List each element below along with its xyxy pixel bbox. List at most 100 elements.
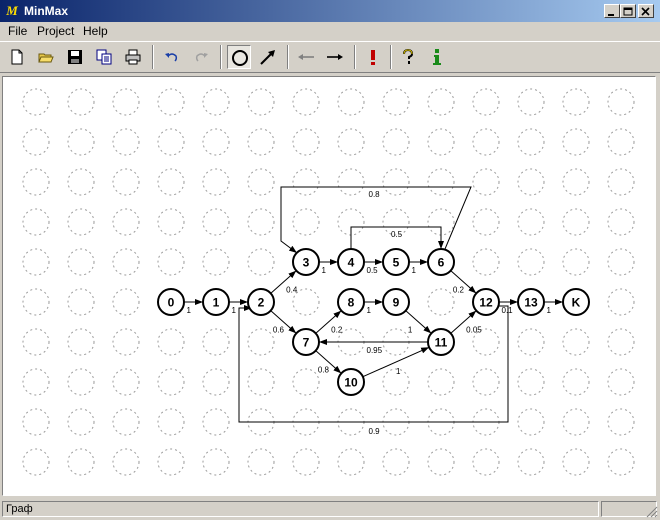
menu-file[interactable]: File — [8, 24, 27, 38]
grid-slot[interactable] — [382, 128, 410, 156]
grid-slot[interactable] — [247, 128, 275, 156]
grid-slot[interactable] — [22, 168, 50, 196]
grid-slot[interactable] — [427, 128, 455, 156]
grid-slot[interactable] — [67, 248, 95, 276]
grid-slot[interactable] — [427, 88, 455, 116]
arrow-right-button[interactable] — [323, 45, 347, 69]
grid-slot[interactable] — [607, 328, 635, 356]
grid-slot[interactable] — [562, 368, 590, 396]
grid-slot[interactable] — [157, 448, 185, 476]
grid-slot[interactable] — [157, 368, 185, 396]
grid-slot[interactable] — [112, 248, 140, 276]
grid-slot[interactable] — [607, 168, 635, 196]
grid-slot[interactable] — [292, 368, 320, 396]
grid-slot[interactable] — [607, 448, 635, 476]
grid-slot[interactable] — [67, 88, 95, 116]
grid-slot[interactable] — [247, 88, 275, 116]
grid-slot[interactable] — [112, 408, 140, 436]
grid-slot[interactable] — [247, 328, 275, 356]
grid-slot[interactable] — [112, 328, 140, 356]
grid-slot[interactable] — [292, 128, 320, 156]
grid-slot[interactable] — [247, 368, 275, 396]
grid-slot[interactable] — [607, 208, 635, 236]
grid-slot[interactable] — [67, 208, 95, 236]
grid-slot[interactable] — [112, 368, 140, 396]
grid-slot[interactable] — [247, 208, 275, 236]
graph-canvas[interactable]: 1 1 0.4 0.6 1 0.5 1 0.5 0.8 0.2 0.2 1 1 0.8 1 0.95 0.05 0… — [2, 76, 656, 496]
grid-slot[interactable] — [112, 88, 140, 116]
grid-slot[interactable] — [472, 208, 500, 236]
resize-grip-icon[interactable] — [646, 506, 658, 518]
arrow-edge-tool-button[interactable] — [256, 45, 280, 69]
grid-slot[interactable] — [67, 328, 95, 356]
grid-slot[interactable] — [67, 168, 95, 196]
grid-slot[interactable] — [562, 168, 590, 196]
grid-slot[interactable] — [517, 408, 545, 436]
grid-slot[interactable] — [22, 128, 50, 156]
undo-button[interactable] — [160, 45, 184, 69]
grid-slot[interactable] — [292, 88, 320, 116]
grid-slot[interactable] — [517, 448, 545, 476]
grid-slot[interactable] — [337, 128, 365, 156]
graph-diagram[interactable]: 1 10.40.61 0.5 10.50.80.20.2110.8 10.950.050… — [3, 77, 655, 495]
grid-slot[interactable] — [202, 208, 230, 236]
grid-slot[interactable] — [472, 248, 500, 276]
grid-slot[interactable] — [607, 368, 635, 396]
arrow-left-button[interactable] — [294, 45, 318, 69]
grid-slot[interactable] — [472, 368, 500, 396]
grid-slot[interactable] — [22, 368, 50, 396]
grid-slot[interactable] — [562, 208, 590, 236]
grid-slot[interactable] — [22, 448, 50, 476]
exclamation-button[interactable] — [361, 45, 385, 69]
redo-button[interactable] — [189, 45, 213, 69]
grid-slot[interactable] — [22, 288, 50, 316]
grid-slot[interactable] — [607, 88, 635, 116]
grid-slot[interactable] — [562, 248, 590, 276]
grid-slot[interactable] — [247, 168, 275, 196]
grid-slot[interactable] — [607, 408, 635, 436]
print-button[interactable] — [121, 45, 145, 69]
graph-edge[interactable] — [238, 305, 509, 423]
grid-slot[interactable] — [337, 448, 365, 476]
grid-slot[interactable] — [517, 368, 545, 396]
grid-slot[interactable] — [202, 368, 230, 396]
grid-slot[interactable] — [202, 408, 230, 436]
save-button[interactable] — [63, 45, 87, 69]
grid-slot[interactable] — [472, 168, 500, 196]
grid-slot[interactable] — [202, 448, 230, 476]
help-button[interactable] — [396, 45, 420, 69]
grid-slot[interactable] — [67, 288, 95, 316]
grid-slot[interactable] — [22, 328, 50, 356]
grid-slot[interactable] — [67, 408, 95, 436]
grid-slot[interactable] — [562, 128, 590, 156]
maximize-button[interactable] — [620, 4, 636, 18]
grid-slot[interactable] — [517, 88, 545, 116]
grid-slot[interactable] — [247, 248, 275, 276]
grid-slot[interactable] — [562, 88, 590, 116]
grid-slot[interactable] — [427, 288, 455, 316]
grid-slot[interactable] — [22, 88, 50, 116]
grid-slot[interactable] — [382, 88, 410, 116]
grid-slot[interactable] — [202, 328, 230, 356]
grid-slot[interactable] — [22, 408, 50, 436]
grid-slot[interactable] — [517, 248, 545, 276]
grid-slot[interactable] — [157, 128, 185, 156]
grid-slot[interactable] — [562, 448, 590, 476]
info-button[interactable] — [425, 45, 449, 69]
grid-slot[interactable] — [202, 88, 230, 116]
new-file-button[interactable] — [5, 45, 29, 69]
grid-slot[interactable] — [472, 88, 500, 116]
grid-slot[interactable] — [247, 448, 275, 476]
grid-slot[interactable] — [427, 448, 455, 476]
grid-slot[interactable] — [157, 408, 185, 436]
grid-slot[interactable] — [427, 168, 455, 196]
grid-slot[interactable] — [67, 448, 95, 476]
grid-slot[interactable] — [202, 248, 230, 276]
grid-slot[interactable] — [202, 128, 230, 156]
grid-slot[interactable] — [157, 248, 185, 276]
grid-slot[interactable] — [22, 248, 50, 276]
grid-slot[interactable] — [157, 208, 185, 236]
copy-button[interactable] — [92, 45, 116, 69]
grid-slot[interactable] — [382, 448, 410, 476]
grid-slot[interactable] — [517, 328, 545, 356]
